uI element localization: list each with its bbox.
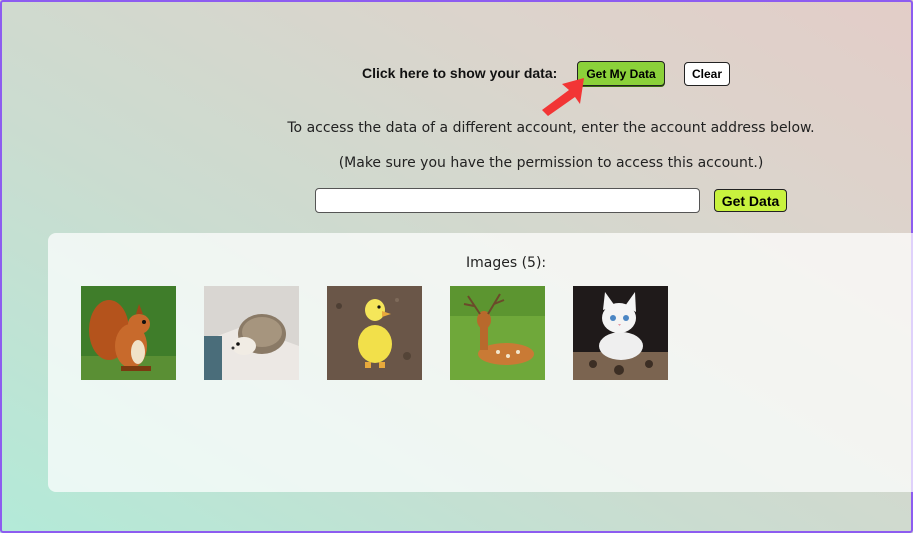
deer-image[interactable] — [450, 286, 545, 380]
get-my-data-button[interactable]: Get My Data — [577, 61, 665, 86]
images-heading: Images (5): — [466, 255, 547, 271]
hedgehog-image[interactable] — [204, 286, 299, 380]
squirrel-image[interactable] — [81, 286, 176, 380]
clear-button[interactable]: Clear — [684, 62, 730, 86]
get-data-button[interactable]: Get Data — [714, 189, 787, 212]
duckling-image[interactable] — [327, 286, 422, 380]
kitten-image[interactable] — [573, 286, 668, 380]
permission-note: (Make sure you have the permission to ac… — [338, 155, 764, 171]
account-address-input[interactable] — [315, 188, 700, 213]
different-account-instruction: To access the data of a different accoun… — [287, 120, 815, 136]
account-row: Get Data — [0, 188, 913, 214]
red-arrow-icon — [542, 78, 584, 116]
show-data-prompt: Click here to show your data: — [362, 65, 558, 81]
show-data-row: Click here to show your data: Get My Dat… — [0, 61, 913, 87]
